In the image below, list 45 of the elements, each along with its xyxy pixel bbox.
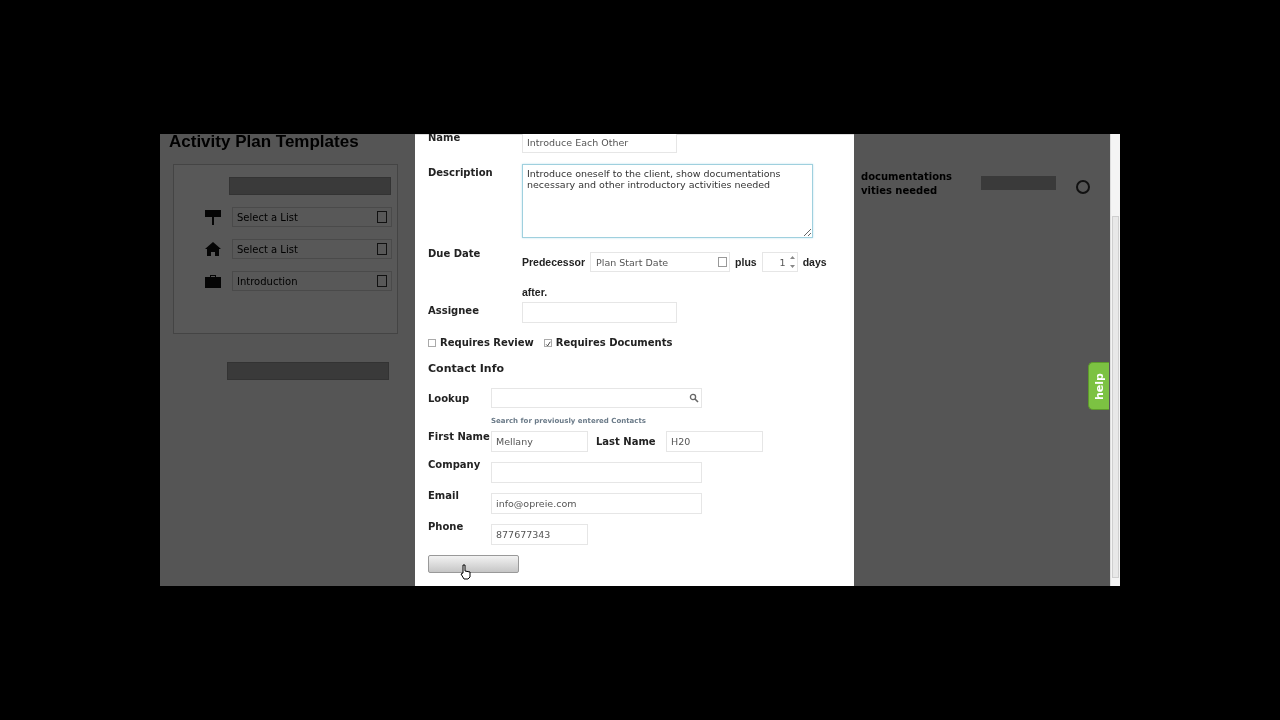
field-label: plus	[735, 256, 757, 268]
text-field[interactable]: info@opreie.com	[491, 493, 702, 514]
lookup-field[interactable]	[491, 388, 702, 408]
checkbox[interactable]	[428, 338, 436, 347]
search-icon[interactable]	[689, 393, 699, 403]
spinner-arrows-icon[interactable]	[789, 255, 795, 269]
dimmed-button[interactable]	[229, 177, 391, 195]
task-description: vities needed	[861, 184, 939, 198]
last-name-field[interactable]: H20	[666, 431, 763, 452]
field-label: Phone	[428, 521, 465, 532]
section-heading: Contact Info	[428, 362, 506, 375]
briefcase-icon	[204, 273, 222, 289]
phone-field[interactable]: 877677343	[491, 524, 588, 545]
hand-cursor-icon	[460, 564, 472, 580]
dimmed-button[interactable]	[227, 362, 389, 380]
field-label: Description	[428, 167, 494, 178]
predecessor-select[interactable]: Plan Start Date	[590, 252, 731, 272]
field-label: Assignee	[428, 305, 480, 316]
field-label: Email	[428, 490, 460, 501]
scrollbar-thumb[interactable]	[1112, 216, 1119, 578]
task-description: documentations	[861, 170, 954, 184]
checkbox-label: Requires Review	[440, 337, 534, 348]
house-icon	[204, 241, 222, 257]
field-label: Lookup	[428, 393, 471, 404]
field-label: First Name	[428, 430, 491, 444]
field-label: Due Date	[428, 248, 482, 259]
name-field[interactable]: Introduce Each Other	[522, 134, 677, 153]
text-field[interactable]	[491, 462, 702, 483]
gear-icon[interactable]	[1076, 180, 1090, 194]
field-label: Company	[428, 459, 482, 470]
dimmed-button[interactable]	[981, 176, 1056, 190]
field-label: days	[802, 256, 827, 268]
checked-checkbox[interactable]	[543, 338, 552, 347]
assignee-field[interactable]	[522, 302, 677, 323]
offset-spinner[interactable]: 1	[761, 252, 798, 272]
field-label: Name	[428, 134, 462, 143]
field-label: Predecessor	[522, 256, 586, 268]
page-title: Activity Plan Templates	[169, 134, 360, 152]
first-name-field[interactable]: Mellany	[491, 431, 588, 452]
field-label: Last Name	[596, 436, 657, 447]
signpost-icon	[204, 209, 222, 225]
checkbox-label: Requires Documents	[555, 337, 673, 348]
form-button[interactable]	[428, 555, 519, 573]
description-field[interactable]: Introduce oneself to the client, show documentations necessary and other introductory activities needed	[522, 164, 813, 238]
field-label: after.	[522, 286, 548, 298]
